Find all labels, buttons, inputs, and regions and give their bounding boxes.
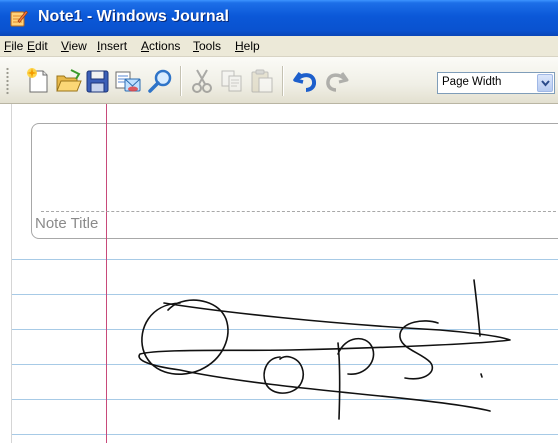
ink-stroke — [138, 302, 511, 412]
zoom-value: Page Width — [442, 76, 502, 88]
menu-insert[interactable]: Insert — [97, 39, 127, 53]
redo-icon — [326, 72, 349, 92]
note-page[interactable]: Note Title — [0, 104, 558, 443]
menu-actions[interactable]: Actions — [141, 39, 180, 53]
paste-icon — [251, 69, 273, 93]
menu-tools[interactable]: Tools — [193, 39, 221, 53]
new-note-button[interactable] — [24, 67, 52, 95]
toolbar-separator — [282, 66, 284, 96]
menu-bar: File Edit View Insert Actions Tools Help — [0, 36, 558, 57]
toolbar-grip[interactable] — [6, 67, 9, 95]
save-button[interactable] — [84, 67, 112, 95]
ink-stroke — [141, 299, 229, 375]
window-title: Note1 - Windows Journal — [38, 8, 229, 25]
handwritten-ink[interactable] — [0, 104, 558, 443]
copy-button[interactable] — [218, 67, 246, 95]
toolbar: Page Width — [0, 57, 558, 104]
save-disk-icon — [86, 70, 109, 93]
ink-stroke — [480, 373, 483, 378]
menu-view[interactable]: View — [61, 39, 87, 53]
menu-file[interactable]: File — [4, 39, 23, 53]
send-email-icon — [115, 71, 141, 92]
cut-button[interactable] — [188, 67, 216, 95]
ink-stroke — [337, 337, 375, 375]
toolbar-separator — [180, 66, 182, 96]
open-folder-icon — [56, 69, 82, 92]
cut-scissors-icon — [192, 69, 212, 93]
menu-help[interactable]: Help — [235, 39, 260, 53]
copy-icon — [221, 70, 242, 92]
zoom-dropdown-button[interactable] — [537, 74, 553, 92]
open-button[interactable] — [54, 67, 82, 95]
menu-edit[interactable]: Edit — [27, 39, 48, 53]
paste-button[interactable] — [248, 67, 276, 95]
redo-button[interactable] — [322, 67, 350, 95]
ink-stroke — [263, 355, 304, 394]
undo-button[interactable] — [292, 67, 320, 95]
title-bar[interactable]: Note1 - Windows Journal — [0, 0, 558, 36]
chevron-down-icon — [541, 80, 550, 87]
send-email-button[interactable] — [114, 67, 142, 95]
find-button[interactable] — [146, 67, 174, 95]
zoom-select[interactable]: Page Width — [437, 72, 555, 94]
ink-stroke — [473, 279, 481, 337]
undo-icon — [293, 71, 316, 92]
new-note-icon — [27, 68, 48, 93]
journal-pen-icon — [10, 10, 28, 27]
find-magnifier-icon — [148, 69, 172, 93]
